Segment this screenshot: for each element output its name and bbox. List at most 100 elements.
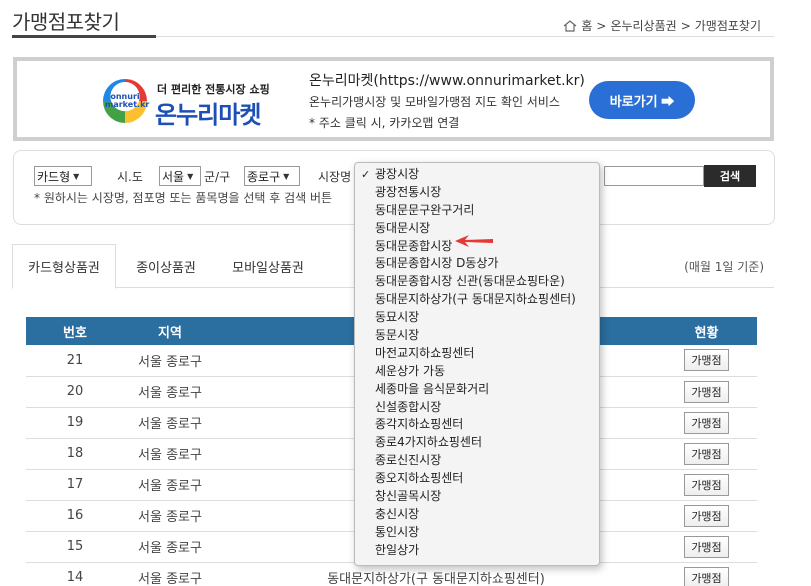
gungu-label: 군/구 xyxy=(204,170,231,184)
market-dropdown[interactable]: ✓ 광장시장 광장전통시장동대문문구완구거리 동대문시장동대문종합시장동대문종합시장 … xyxy=(354,162,600,566)
row-status: 가맹점 xyxy=(656,562,757,586)
date-note: (매월 1일 기준) xyxy=(684,260,764,274)
breadcrumb: 홈 > 온누리상품권 > 가맹점포찾기 xyxy=(563,17,761,34)
dropdown-option[interactable]: 통인시장 xyxy=(355,524,599,542)
dropdown-option-label: 창신골목시장 xyxy=(375,489,442,504)
dropdown-option-label: 동대문종합시장 신관(동대문쇼핑타운) xyxy=(375,274,565,289)
row-region: 서울 종로구 xyxy=(124,407,216,439)
header-region: 지역 xyxy=(124,317,216,345)
dropdown-option-label: 종각지하쇼핑센터 xyxy=(375,417,464,432)
search-button[interactable]: 검색 xyxy=(704,165,756,187)
row-region: 서울 종로구 xyxy=(124,438,216,470)
store-list-button[interactable]: 가맹점 xyxy=(684,411,729,434)
onnuri-logo: onnuri market.kr 더 편리한 전통시장 쇼핑 온누리마켓 xyxy=(99,73,289,129)
store-list-button[interactable]: 가맹점 xyxy=(684,535,729,558)
dropdown-option[interactable]: 동묘시장 xyxy=(355,309,599,327)
dropdown-option[interactable]: 동대문종합시장 신관(동대문쇼핑타운) xyxy=(355,273,599,291)
dropdown-option-label: 신설종합시장 xyxy=(375,399,442,414)
logo-circle-text: onnuri market.kr xyxy=(105,92,150,109)
dropdown-option[interactable]: 동대문종합시장 D동상가 xyxy=(355,255,599,273)
dropdown-option-label: 한일상가 xyxy=(375,542,420,557)
gungu-select[interactable]: 종로구 ▼ xyxy=(244,166,300,186)
store-list-button[interactable]: 가맹점 xyxy=(684,473,729,496)
breadcrumb-home[interactable]: 홈 xyxy=(581,17,592,34)
row-region: 서울 종로구 xyxy=(124,376,216,408)
dropdown-option[interactable]: 마전교지하쇼핑센터 xyxy=(355,345,599,363)
row-status: 가맹점 xyxy=(656,407,757,439)
row-number: 19 xyxy=(26,407,124,439)
dropdown-option-label: 동문시장 xyxy=(375,328,420,343)
sido-select[interactable]: 서울 ▼ xyxy=(159,166,201,186)
dropdown-option-label: 동대문종합시장 D동상가 xyxy=(375,256,499,271)
row-number: 18 xyxy=(26,438,124,470)
sido-label: 시.도 xyxy=(117,170,143,184)
page-title: 가맹점포찾기 xyxy=(12,10,120,34)
row-number: 16 xyxy=(26,500,124,532)
market-label: 시장명 xyxy=(318,170,352,184)
tab-mobile[interactable]: 모바일상품권 xyxy=(216,244,320,288)
header-number: 번호 xyxy=(26,317,124,345)
dropdown-option[interactable]: 동대문문구완구거리 xyxy=(355,202,599,220)
sido-value: 서울 xyxy=(162,169,185,184)
dropdown-option[interactable]: 동문시장 xyxy=(355,327,599,345)
store-list-button[interactable]: 가맹점 xyxy=(684,380,729,403)
row-status: 가맹점 xyxy=(656,531,757,563)
dropdown-option[interactable]: ✓ 광장시장 xyxy=(355,166,599,184)
row-region: 서울 종로구 xyxy=(124,562,216,586)
dropdown-option-label: 세종마을 음식문화거리 xyxy=(375,381,490,396)
row-status: 가맹점 xyxy=(656,345,757,377)
dropdown-option-label: 종오지하쇼핑센터 xyxy=(375,471,464,486)
dropdown-option[interactable]: 세종마을 음식문화거리 xyxy=(355,381,599,399)
home-icon[interactable] xyxy=(563,19,577,32)
dropdown-option-label: 충신시장 xyxy=(375,506,420,521)
breadcrumb-sep: > xyxy=(596,18,607,33)
card-type-value: 카드형 xyxy=(37,169,71,184)
row-status: 가맹점 xyxy=(656,376,757,408)
banner-line-3: * 주소 클릭 시, 카카오맵 연결 xyxy=(309,116,460,130)
dropdown-option[interactable]: 종각지하쇼핑센터 xyxy=(355,416,599,434)
dropdown-option[interactable]: 신설종합시장 xyxy=(355,399,599,417)
dropdown-option[interactable]: 광장전통시장 xyxy=(355,184,599,202)
row-number: 21 xyxy=(26,345,124,377)
dropdown-option-label: 광장시장 xyxy=(375,167,420,181)
store-list-button[interactable]: 가맹점 xyxy=(684,504,729,527)
header-status: 현황 xyxy=(656,317,757,345)
dropdown-option[interactable]: 동대문지하상가(구 동대문지하쇼핑센터) xyxy=(355,291,599,309)
dropdown-option-label: 통인시장 xyxy=(375,524,420,539)
go-button[interactable]: 바로가기 ➡ xyxy=(589,81,695,119)
banner-line-1: 온누리마켓(https://www.onnurimarket.kr) xyxy=(309,73,585,89)
store-list-button[interactable]: 가맹점 xyxy=(684,442,729,465)
card-type-select[interactable]: 카드형 ▼ xyxy=(34,166,92,186)
row-number: 17 xyxy=(26,469,124,501)
dropdown-option[interactable]: 종로신진시장 xyxy=(355,452,599,470)
red-arrow-icon xyxy=(455,235,493,247)
dropdown-option[interactable]: 세운상가 가동 xyxy=(355,363,599,381)
dropdown-option-label: 동대문시장 xyxy=(375,220,431,235)
dropdown-option[interactable]: 충신시장 xyxy=(355,506,599,524)
dropdown-option[interactable]: 창신골목시장 xyxy=(355,488,599,506)
chevron-down-icon: ▼ xyxy=(187,171,194,181)
tab-paper[interactable]: 종이상품권 xyxy=(116,244,216,288)
dropdown-option-label: 광장전통시장 xyxy=(375,184,442,199)
row-status: 가맹점 xyxy=(656,500,757,532)
dropdown-option-label: 동묘시장 xyxy=(375,310,420,325)
dropdown-option-label: 동대문종합시장 xyxy=(375,238,453,253)
search-input[interactable] xyxy=(604,166,704,186)
row-number: 15 xyxy=(26,531,124,563)
dropdown-option[interactable]: 종로4가지하쇼핑센터 xyxy=(355,434,599,452)
onnuri-banner: onnuri market.kr 더 편리한 전통시장 쇼핑 온누리마켓 온누리… xyxy=(13,57,774,141)
breadcrumb-sep: > xyxy=(680,18,691,33)
store-list-button[interactable]: 가맹점 xyxy=(684,349,729,372)
chevron-down-icon: ▼ xyxy=(73,171,80,181)
search-hint: * 원하시는 시장명, 점포명 또는 품목명을 선택 후 검색 버튼 xyxy=(34,191,333,205)
gungu-value: 종로구 xyxy=(247,169,281,184)
dropdown-option[interactable]: 한일상가 xyxy=(355,542,599,560)
row-number: 20 xyxy=(26,376,124,408)
store-list-button[interactable]: 가맹점 xyxy=(684,566,729,586)
banner-text: 온누리마켓(https://www.onnurimarket.kr) 온누리가맹… xyxy=(309,71,585,134)
dropdown-option[interactable]: 종오지하쇼핑센터 xyxy=(355,470,599,488)
tab-card[interactable]: 카드형상품권 xyxy=(12,244,116,289)
breadcrumb-onnuri[interactable]: 온누리상품권 xyxy=(610,17,676,34)
dropdown-option-label: 종로4가지하쇼핑센터 xyxy=(375,435,482,450)
chevron-down-icon: ▼ xyxy=(283,171,290,181)
